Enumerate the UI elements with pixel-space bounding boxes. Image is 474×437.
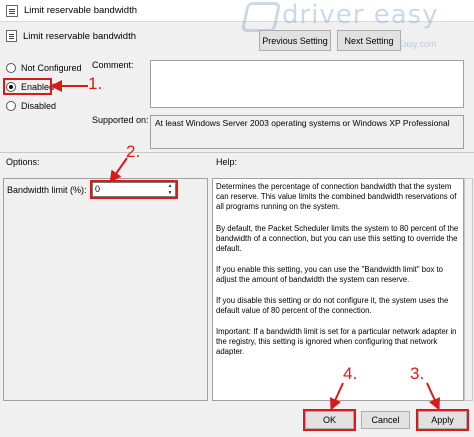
arrow-3-icon bbox=[426, 382, 440, 411]
step-4-label: 4. bbox=[343, 364, 358, 383]
step-2-label: 2. bbox=[126, 142, 141, 161]
annotation-arrows bbox=[50, 80, 440, 411]
arrow-2-icon bbox=[109, 157, 128, 183]
arrow-4-icon bbox=[330, 382, 344, 411]
step-1-label: 1. bbox=[88, 74, 103, 93]
step-3-label: 3. bbox=[410, 364, 425, 383]
